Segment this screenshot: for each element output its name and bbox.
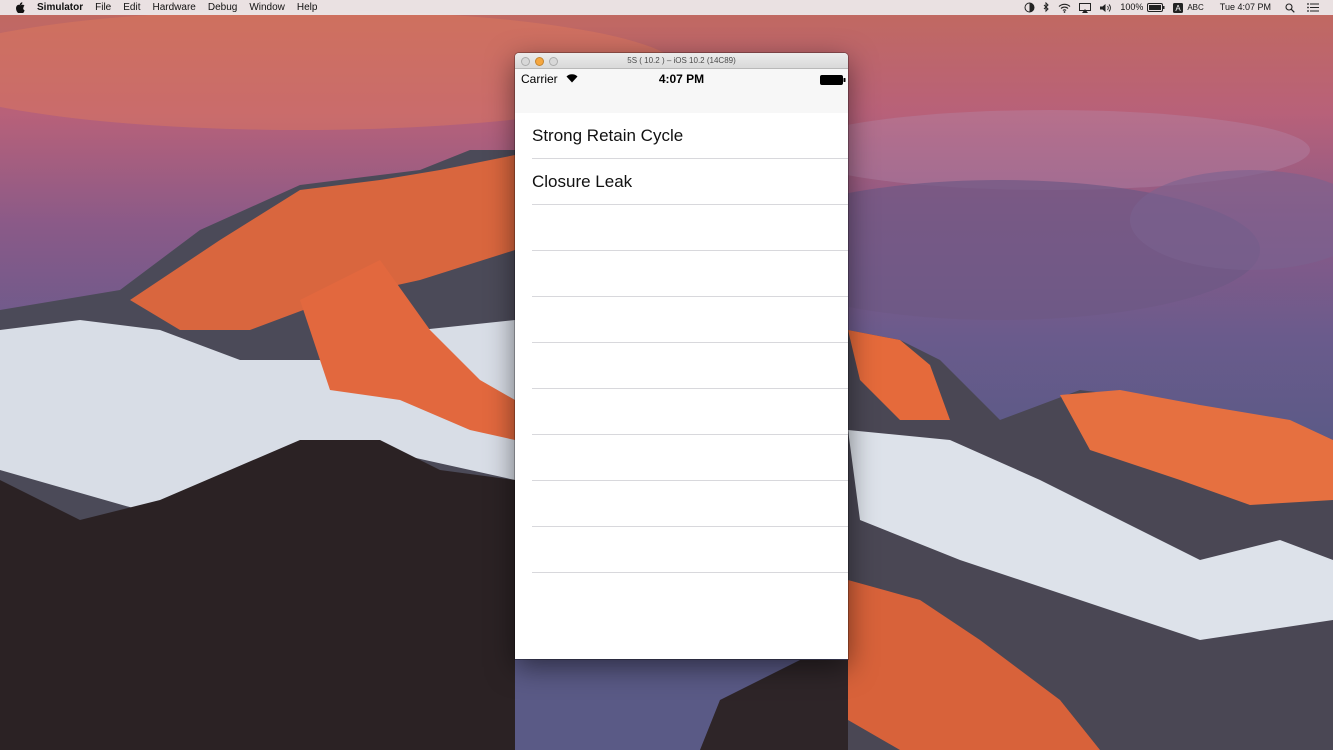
table-row bbox=[532, 343, 848, 389]
desktop: Simulator File Edit Hardware Debug Windo… bbox=[0, 0, 1333, 750]
table-row[interactable]: Closure Leak bbox=[532, 159, 848, 205]
menu-app-name[interactable]: Simulator bbox=[37, 0, 83, 15]
table-row[interactable]: Strong Retain Cycle bbox=[532, 113, 848, 159]
notification-center-icon[interactable] bbox=[1307, 0, 1319, 15]
macos-menu-bar: Simulator File Edit Hardware Debug Windo… bbox=[0, 0, 1333, 15]
input-source-icon[interactable]: A bbox=[1173, 0, 1184, 15]
bluetooth-icon[interactable] bbox=[1043, 0, 1050, 15]
window-title: 5S ( 10.2 ) – iOS 10.2 (14C89) bbox=[627, 56, 736, 65]
cell-label: Closure Leak bbox=[532, 172, 633, 191]
ios-status-bar: Carrier 4:07 PM bbox=[515, 69, 848, 89]
menu-window[interactable]: Window bbox=[249, 0, 285, 15]
wifi-icon[interactable] bbox=[1058, 0, 1071, 15]
cell-label: Strong Retain Cycle bbox=[532, 126, 684, 145]
svg-text:A: A bbox=[1176, 4, 1182, 13]
table-row bbox=[532, 527, 848, 573]
window-titlebar[interactable]: 5S ( 10.2 ) – iOS 10.2 (14C89) bbox=[515, 53, 848, 69]
device-screen: Carrier 4:07 PM Strong Retain Cycle Clos… bbox=[515, 69, 848, 659]
table-row bbox=[532, 435, 848, 481]
menu-debug[interactable]: Debug bbox=[208, 0, 237, 15]
table-row bbox=[532, 205, 848, 251]
apple-menu-icon[interactable] bbox=[13, 0, 27, 15]
menu-file[interactable]: File bbox=[95, 0, 111, 15]
table-row bbox=[532, 481, 848, 527]
menu-edit[interactable]: Edit bbox=[123, 0, 140, 15]
airplay-icon[interactable] bbox=[1079, 0, 1092, 15]
menubar-clock[interactable]: Tue 4:07 PM bbox=[1220, 0, 1271, 15]
time-machine-icon[interactable] bbox=[1024, 0, 1035, 15]
window-zoom-button[interactable] bbox=[549, 57, 558, 66]
table-row bbox=[532, 389, 848, 435]
volume-icon[interactable] bbox=[1099, 0, 1112, 15]
input-source-label[interactable]: ABC bbox=[1187, 0, 1203, 15]
battery-percent: 100% bbox=[1120, 2, 1144, 12]
device-battery-icon bbox=[820, 74, 846, 85]
table-row bbox=[532, 573, 848, 618]
table-row bbox=[532, 251, 848, 297]
menu-hardware[interactable]: Hardware bbox=[152, 0, 195, 15]
window-close-button[interactable] bbox=[521, 57, 530, 66]
spotlight-search-icon[interactable] bbox=[1285, 0, 1295, 15]
device-clock: 4:07 PM bbox=[658, 72, 705, 86]
simulator-window: 5S ( 10.2 ) – iOS 10.2 (14C89) Carrier 4… bbox=[515, 53, 848, 659]
menu-help[interactable]: Help bbox=[297, 0, 318, 15]
window-minimize-button[interactable] bbox=[535, 57, 544, 66]
table-view: Strong Retain Cycle Closure Leak bbox=[515, 113, 848, 659]
table-row bbox=[532, 297, 848, 343]
battery-icon[interactable] bbox=[1147, 0, 1165, 15]
